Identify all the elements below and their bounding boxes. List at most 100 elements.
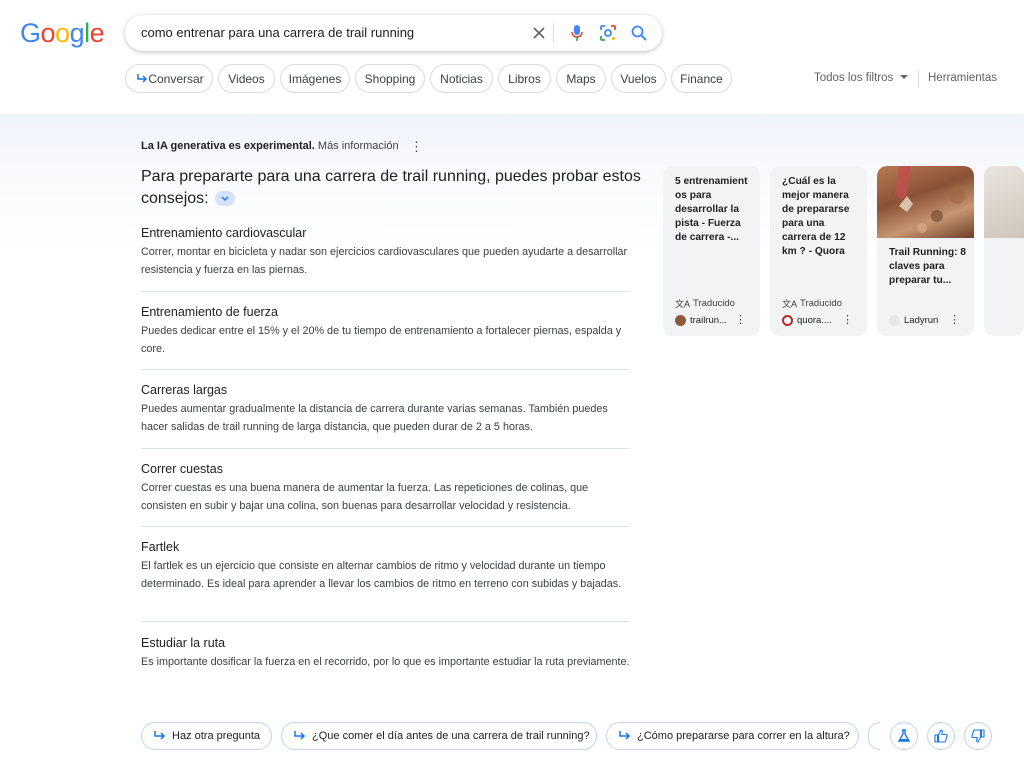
followup-label: ¿Que comer el día antes de una carrera d… — [312, 730, 590, 742]
camera-lens-icon[interactable] — [598, 23, 618, 43]
tip-text: Es importante dosificar la fuerza en el … — [141, 656, 630, 668]
followup-question-2[interactable]: ¿Cómo prepararse para correr en la altur… — [606, 722, 859, 750]
flask-icon — [897, 729, 911, 742]
chip-vuelos[interactable]: Vuelos — [611, 64, 666, 93]
translated-badge: 文A Traducido — [675, 297, 735, 310]
tip-text: Correr cuestas es una buena manera de au… — [141, 482, 589, 512]
more-options-icon[interactable]: ⋮ — [735, 313, 746, 326]
google-logo[interactable]: Google — [20, 18, 105, 49]
chip-noticias[interactable]: Noticias — [430, 64, 493, 93]
translated-label: Traducido — [693, 298, 735, 309]
tip-item: Fartlek El fartlek es un ejercicio que c… — [141, 540, 631, 593]
tip-title: Entrenamiento cardiovascular — [141, 226, 307, 240]
clear-icon[interactable] — [529, 23, 549, 43]
chip-libros[interactable]: Libros — [498, 64, 551, 93]
disclaimer-text: La IA generativa es experimental. — [141, 140, 315, 152]
source-card[interactable]: ¿Cuál es la mejor manera de prepararse p… — [770, 166, 867, 336]
chip-imagenes[interactable]: Imágenes — [280, 64, 350, 93]
card-source: Ladyrun — [889, 315, 938, 326]
chip-label: Finance — [680, 71, 723, 86]
arrow-icon — [154, 731, 166, 740]
thumbs-down-button[interactable] — [964, 722, 992, 750]
translated-badge: 文A Traducido — [782, 297, 842, 310]
card-source: quora.... — [782, 315, 832, 326]
tip-text: Puedes dedicar entre el 15% y el 20% de … — [141, 325, 622, 355]
labs-flask-button[interactable] — [890, 722, 918, 750]
caret-down-icon — [900, 75, 909, 80]
logo-letter: G — [20, 18, 41, 48]
tip-title: Estudiar la ruta — [141, 636, 226, 650]
followup-label: ¿Cómo prepararse para correr en la altur… — [637, 730, 850, 742]
chip-conversar[interactable]: Conversar — [125, 64, 213, 93]
thumbs-up-button[interactable] — [927, 722, 955, 750]
logo-letter: g — [69, 18, 85, 48]
card-thumbnail — [984, 166, 1024, 238]
translate-icon: 文A — [675, 299, 691, 309]
chip-label: Imágenes — [288, 71, 342, 86]
chip-shopping[interactable]: Shopping — [355, 64, 425, 93]
chip-label: Noticias — [440, 71, 483, 86]
card-title: ¿Cuál es la mejor manera de prepararse p… — [782, 176, 850, 257]
source-card[interactable]: 5 entrenamient os para desarrollar la pi… — [663, 166, 760, 336]
tip-title: Fartlek — [141, 540, 180, 554]
translate-icon: 文A — [782, 299, 798, 309]
chip-label: Shopping — [364, 71, 416, 86]
followup-question-1[interactable]: ¿Que comer el día antes de una carrera d… — [281, 722, 597, 750]
chip-label: Videos — [228, 71, 265, 86]
source-card-partial[interactable] — [984, 166, 1024, 336]
chip-label: Libros — [508, 71, 541, 86]
all-filters-label: Todos los filtros — [814, 72, 894, 84]
ai-overview-panel — [0, 114, 1024, 771]
divider — [918, 70, 919, 88]
favicon-icon — [675, 315, 686, 326]
search-icon[interactable] — [629, 23, 649, 43]
more-info-link[interactable]: Más información — [318, 140, 399, 152]
logo-letter: o — [55, 18, 70, 48]
tip-title: Entrenamiento de fuerza — [141, 305, 278, 319]
tip-text: Correr, montar en bicicleta y nadar son … — [141, 246, 628, 276]
header: Google como entrenar para una carrera de… — [0, 0, 1024, 114]
favicon-icon — [889, 315, 900, 326]
divider — [141, 526, 630, 527]
tip-item: Correr cuestas Correr cuestas es una bue… — [141, 462, 631, 515]
card-title: 5 entrenamient os para desarrollar la pi… — [675, 176, 748, 243]
expand-chevron-icon[interactable] — [215, 191, 236, 207]
divider — [141, 621, 630, 622]
source-card[interactable]: Trail Running: 8 claves para preparar tu… — [877, 166, 974, 336]
search-bar[interactable]: como entrenar para una carrera de trail … — [125, 15, 662, 51]
source-name: trailrun... — [690, 315, 727, 326]
chip-videos[interactable]: Videos — [218, 64, 275, 93]
tools-button[interactable]: Herramientas — [928, 72, 997, 84]
divider — [141, 448, 630, 449]
card-source: trailrun... — [675, 315, 727, 326]
microphone-icon[interactable] — [567, 23, 587, 43]
chip-label: Conversar — [148, 71, 204, 86]
tip-item: Carreras largas Puedes aumentar gradualm… — [141, 383, 631, 436]
chip-label: Vuelos — [620, 71, 657, 86]
divider — [141, 369, 630, 370]
source-name: Ladyrun — [904, 315, 939, 326]
arrow-icon — [619, 731, 631, 740]
ask-label: Haz otra pregunta — [172, 730, 261, 742]
tip-text: Puedes aumentar gradualmente la distanci… — [141, 403, 608, 433]
tip-item: Entrenamiento cardiovascular Correr, mon… — [141, 226, 631, 279]
more-options-icon[interactable]: ⋮ — [410, 139, 423, 155]
chip-label: Maps — [566, 71, 596, 86]
card-title: Trail Running: 8 claves para preparar tu… — [889, 247, 966, 286]
chip-maps[interactable]: Maps — [556, 64, 606, 93]
tip-title: Correr cuestas — [141, 462, 223, 476]
all-filters-button[interactable]: Todos los filtros — [814, 72, 909, 84]
ai-headline: Para prepararte para una carrera de trai… — [141, 166, 641, 210]
more-options-icon[interactable]: ⋮ — [842, 313, 853, 326]
favicon-icon — [782, 315, 793, 326]
thumbs-down-icon — [971, 729, 985, 743]
trail-running-thumbnail — [877, 166, 974, 238]
tip-title: Carreras largas — [141, 383, 228, 397]
tools-label: Herramientas — [928, 72, 998, 84]
ask-another-question-button[interactable]: Haz otra pregunta — [141, 722, 272, 750]
divider — [553, 23, 554, 43]
more-options-icon[interactable]: ⋮ — [949, 313, 960, 326]
ai-disclaimer: La IA generativa es experimental. Más in… — [141, 140, 399, 152]
search-input[interactable]: como entrenar para una carrera de trail … — [141, 25, 414, 40]
chip-finance[interactable]: Finance — [671, 64, 732, 93]
